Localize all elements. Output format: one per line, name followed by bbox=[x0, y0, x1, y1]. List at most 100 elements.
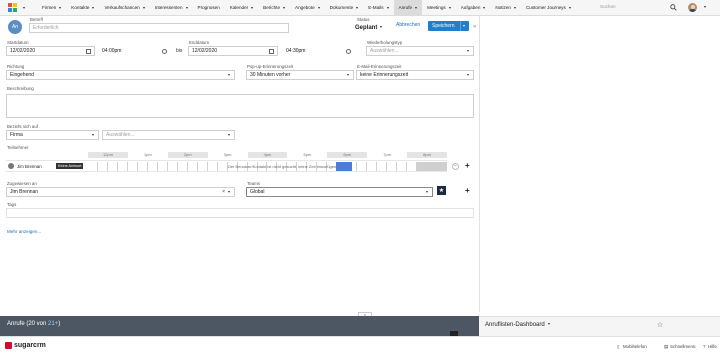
footer-help-link[interactable]: Hilfe bbox=[708, 344, 717, 349]
search-icon[interactable] bbox=[670, 4, 677, 11]
status-value[interactable]: Geplant bbox=[355, 25, 383, 31]
sugar-cube-logo-icon[interactable] bbox=[8, 3, 17, 12]
save-button[interactable]: Speichern bbox=[428, 21, 469, 31]
end-date-input[interactable]: 12/02/2020 bbox=[188, 46, 278, 56]
start-date-input[interactable]: 12/02/2020 bbox=[6, 46, 95, 56]
timeline-slot[interactable] bbox=[198, 162, 208, 171]
timeline-slot[interactable] bbox=[178, 162, 188, 171]
nav-tab-angebote[interactable]: Angebote bbox=[290, 0, 325, 16]
panel-collapse-icon[interactable]: » bbox=[473, 24, 476, 30]
timeline-slot[interactable] bbox=[218, 162, 228, 171]
user-avatar[interactable] bbox=[688, 3, 697, 12]
timeline-slot[interactable] bbox=[377, 162, 388, 171]
nav-tab-berichte[interactable]: Berichte bbox=[258, 0, 290, 16]
remove-participant-button[interactable]: − bbox=[452, 163, 459, 170]
direction-value: Eingehend bbox=[10, 72, 34, 78]
timeline-slot[interactable] bbox=[168, 162, 178, 171]
timeline-slot[interactable] bbox=[148, 162, 158, 171]
timeline-slot[interactable] bbox=[188, 162, 198, 171]
add-team-button[interactable]: + bbox=[465, 187, 470, 195]
nav-tab-caret-icon[interactable] bbox=[513, 6, 516, 9]
tags-input[interactable] bbox=[6, 208, 474, 218]
footer-help-icon[interactable]: ? bbox=[703, 344, 705, 349]
start-time-value: 04:00pm bbox=[102, 48, 122, 54]
timeline-slot[interactable] bbox=[98, 162, 108, 171]
nav-tab-caret-icon[interactable] bbox=[251, 6, 254, 9]
nav-tab-label: E-Mails bbox=[368, 5, 384, 10]
nav-tab-caret-icon[interactable] bbox=[483, 6, 486, 9]
nav-tab-caret-icon[interactable] bbox=[92, 6, 95, 9]
nav-tab-customer-journeys[interactable]: Customer Journeys bbox=[521, 0, 576, 16]
nav-tab-interessenten[interactable]: Interessenten bbox=[150, 0, 193, 16]
logo-menu-caret-icon[interactable] bbox=[23, 6, 25, 9]
email-reminder-select[interactable]: keine Erinnerungszeit bbox=[356, 70, 474, 80]
start-time-input[interactable]: 04:00pm bbox=[98, 46, 171, 56]
nav-tab-dokumente[interactable]: Dokumente bbox=[325, 0, 364, 16]
nav-tab-caret-icon[interactable] bbox=[283, 6, 286, 9]
nav-tab-kontakte[interactable]: Kontakte bbox=[66, 0, 99, 16]
nav-tab-caret-icon[interactable] bbox=[59, 6, 62, 9]
nav-tab-verkaufschancen[interactable]: Verkaufschancen bbox=[99, 0, 149, 16]
participant-row: Jim Brennan Keine Antwort Der Benutzer/K… bbox=[6, 160, 447, 172]
email-reminder-label: E-Mail-Erinnerungszeit bbox=[357, 64, 402, 69]
dashboard-title[interactable]: Anruflisten-Dashboard bbox=[485, 322, 550, 328]
nav-tab-caret-icon[interactable] bbox=[356, 6, 359, 9]
timeline-slot[interactable] bbox=[387, 162, 398, 171]
cancel-button[interactable]: Abbrechen bbox=[396, 22, 420, 28]
timeline-slot[interactable] bbox=[367, 162, 378, 171]
footer-shortcuts-icon[interactable]: ▤ bbox=[664, 344, 668, 350]
nav-tab-firmen[interactable]: Firmen bbox=[37, 0, 66, 16]
nav-tab-anrufe[interactable]: Anrufe bbox=[393, 0, 423, 16]
nav-tab-caret-icon[interactable] bbox=[415, 6, 418, 9]
repeat-type-select[interactable]: Auswählen... bbox=[366, 46, 474, 56]
nav-tab-caret-icon[interactable] bbox=[317, 6, 320, 9]
timeline-slot[interactable] bbox=[88, 162, 98, 171]
related-record-select[interactable]: Auswählen... bbox=[102, 130, 235, 140]
timeline-slot[interactable] bbox=[128, 162, 138, 171]
add-participant-button[interactable]: + bbox=[465, 162, 470, 170]
direction-select[interactable]: Eingehend bbox=[6, 70, 235, 80]
timeline-slot[interactable] bbox=[357, 162, 368, 171]
nav-tab-notizen[interactable]: Notizen bbox=[490, 0, 521, 16]
primary-team-star-icon[interactable]: ★ bbox=[437, 186, 446, 195]
teams-select[interactable]: Global bbox=[246, 187, 433, 197]
end-time-input[interactable]: 04:30pm bbox=[282, 46, 355, 56]
timeline-slot[interactable] bbox=[397, 162, 408, 171]
popup-reminder-select[interactable]: 30 Minuten vorher bbox=[246, 70, 354, 80]
footer-shortcuts-link[interactable]: Schnellmenü bbox=[670, 344, 695, 349]
timeline-slot[interactable] bbox=[138, 162, 148, 171]
timeline-slot[interactable] bbox=[118, 162, 128, 171]
subject-input[interactable]: Erforderlich bbox=[29, 23, 289, 33]
nav-tab-caret-icon[interactable] bbox=[386, 6, 389, 9]
description-textarea[interactable] bbox=[6, 94, 474, 118]
nav-tab-prognosen[interactable]: Prognosen bbox=[193, 0, 225, 16]
nav-tab-label: Firmen bbox=[42, 5, 57, 10]
show-more-link[interactable]: Mehr anzeigen... bbox=[7, 229, 41, 234]
dashboard-star-icon[interactable]: ☆ bbox=[657, 321, 663, 329]
nav-tab-caret-icon[interactable] bbox=[142, 6, 145, 9]
timeline-slot[interactable] bbox=[108, 162, 118, 171]
nav-tab-caret-icon[interactable] bbox=[568, 6, 571, 9]
related-type-select[interactable]: Firma bbox=[6, 130, 99, 140]
footer-mobile-link[interactable]: Mobiltelefon bbox=[623, 344, 647, 349]
nav-tab-meetings[interactable]: Meetings bbox=[422, 0, 456, 16]
timeline-slot[interactable] bbox=[407, 162, 418, 171]
user-menu-caret-icon[interactable] bbox=[704, 6, 706, 8]
nav-tab-caret-icon[interactable] bbox=[448, 6, 451, 9]
timeline-slot[interactable] bbox=[208, 162, 218, 171]
footer-mobile-icon[interactable]: ▯ bbox=[617, 344, 619, 350]
global-search-input[interactable]: Suchen bbox=[600, 4, 616, 9]
timeline-hour-label: 12pm bbox=[88, 152, 128, 158]
nav-tab-caret-icon[interactable] bbox=[185, 6, 188, 9]
scheduler-timeline-header: 12pm 1pm 2pm 3pm 4pm 5pm 6pm 7pm 8pm bbox=[88, 152, 448, 158]
assigned-to-select[interactable]: Jim Brennan × bbox=[6, 187, 235, 197]
save-dropdown-toggle[interactable] bbox=[460, 21, 469, 31]
timeline-slot[interactable] bbox=[158, 162, 168, 171]
related-to-label: Bezieht sich auf bbox=[7, 124, 38, 129]
calendar-icon bbox=[269, 49, 274, 54]
nav-tab-e-mails[interactable]: E-Mails bbox=[363, 0, 393, 16]
list-view-title[interactable]: Anrufe (20 von 21+) bbox=[7, 321, 60, 327]
nav-tab-aufgaben[interactable]: Aufgaben bbox=[456, 0, 491, 16]
clear-icon[interactable]: × bbox=[222, 189, 225, 195]
nav-tab-kalender[interactable]: Kalender bbox=[225, 0, 258, 16]
